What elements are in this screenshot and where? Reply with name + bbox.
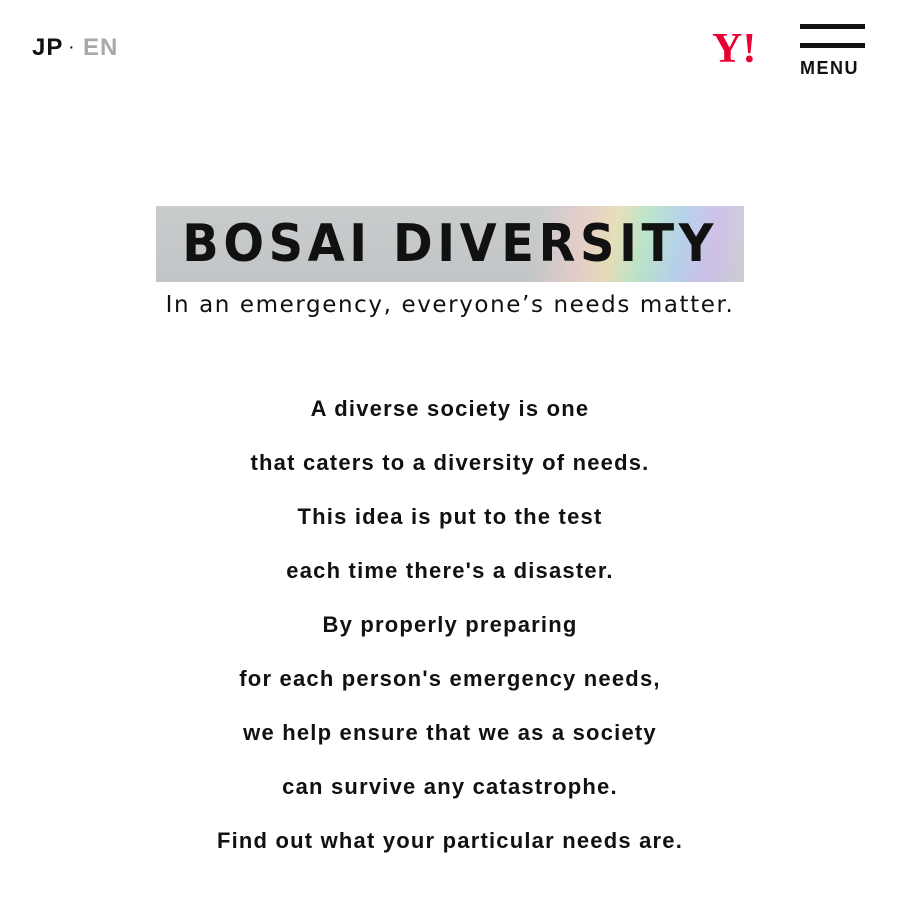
yahoo-logo[interactable]: Y!: [712, 28, 784, 68]
hero-tagline: In an emergency, everyone’s needs matter…: [165, 292, 735, 318]
hamburger-icon-bar-bottom: [800, 43, 865, 48]
intro-line: we help ensure that we as a society: [243, 720, 657, 745]
intro-line: each time there's a disaster.: [286, 558, 614, 583]
lang-separator: ·: [69, 39, 76, 55]
intro-line: for each person's emergency needs,: [239, 666, 661, 691]
menu-button[interactable]: MENU: [800, 24, 866, 80]
hamburger-icon-bar-top: [800, 24, 865, 29]
intro-line: that caters to a diversity of needs.: [250, 450, 650, 475]
lang-en-link[interactable]: EN: [83, 34, 118, 62]
intro-line: Find out what your particular needs are.: [216, 828, 684, 853]
lang-jp-link[interactable]: JP: [32, 34, 63, 62]
language-switcher: JP · EN: [32, 32, 118, 64]
menu-label: MENU: [800, 58, 859, 78]
intro-line: By properly preparing: [322, 612, 578, 637]
intro-line: A diverse society is one: [310, 396, 590, 421]
bosai-diversity-logo: BOSAI DIVERSITY: [156, 206, 744, 282]
hero-title: BOSAI DIVERSITY: [182, 214, 718, 274]
yahoo-logo-text: Y!: [712, 28, 756, 68]
intro-line: This idea is put to the test: [297, 504, 603, 529]
intro-line: can survive any catastrophe.: [282, 774, 618, 799]
intro-copy: A diverse society is one that caters to …: [0, 391, 900, 877]
